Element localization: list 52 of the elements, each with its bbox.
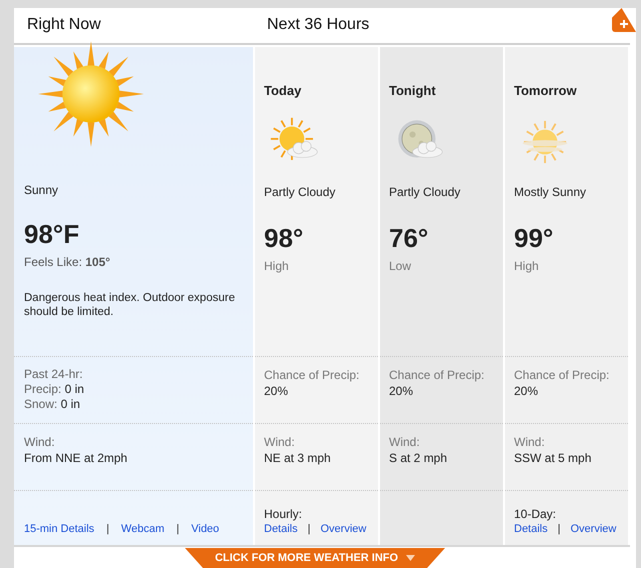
precip-label: Chance of Precip: <box>264 367 360 383</box>
temperature: 98°F <box>24 219 80 249</box>
wind-value: SSW at 5 mph <box>514 450 592 466</box>
wind-label: Wind: <box>389 434 420 450</box>
condition: Partly Cloudy <box>264 184 336 200</box>
section-heading: Next 36 Hours <box>267 15 370 35</box>
wind-value: From NNE at 2mph <box>24 450 128 466</box>
precip-label: Chance of Precip: <box>514 367 610 383</box>
feels-like: Feels Like: 105° <box>24 254 112 271</box>
precip-label: Chance of Precip: <box>389 367 484 383</box>
links-label: Hourly: <box>264 506 302 520</box>
wind-label: Wind: <box>24 434 55 450</box>
temperature-label: High <box>514 258 539 274</box>
link[interactable]: Overview <box>570 520 616 537</box>
temperature: 99° <box>514 222 554 252</box>
caret-icon <box>406 555 416 561</box>
link[interactable]: Video <box>191 520 220 537</box>
precip-text: Precip: 0 in <box>24 382 84 397</box>
wind-value: S at 2 mph <box>389 450 448 466</box>
link[interactable]: 15-min Details <box>24 520 94 537</box>
condition: Mostly Sunny <box>514 184 586 200</box>
temperature-label: High <box>264 258 289 274</box>
more-weather-button[interactable]: CLICK FOR MORE WEATHER INFO <box>184 548 446 568</box>
snow-text: Snow: 0 in <box>24 397 80 412</box>
wind-label: Wind: <box>264 434 295 450</box>
condition: Partly Cloudy <box>389 184 460 200</box>
condition: Sunny <box>24 182 60 199</box>
temperature: 76° <box>389 222 428 252</box>
warning-text: Dangerous heat index. Outdoor exposure should be limited. <box>24 291 236 319</box>
precip-value: 20% <box>514 383 538 399</box>
link-separator: | <box>106 522 110 536</box>
wind-label: Wind: <box>514 434 545 450</box>
link-separator: | <box>308 522 310 536</box>
period-name: Today <box>264 82 302 100</box>
link[interactable]: Details <box>514 520 548 537</box>
temperature: 98° <box>264 222 304 252</box>
past-label: Past 24-hr: <box>24 367 83 382</box>
link[interactable]: Overview <box>320 520 366 537</box>
temperature-label: Low <box>389 258 412 274</box>
precip-value: 20% <box>264 383 288 399</box>
period-name: Tomorrow <box>514 82 577 100</box>
precip-value: 20% <box>389 383 414 399</box>
wind-value: NE at 3 mph <box>264 450 331 466</box>
link-separator: | <box>558 522 560 536</box>
link-separator: | <box>176 522 180 536</box>
period-name: Tonight <box>389 82 436 100</box>
link[interactable]: Webcam <box>121 520 164 537</box>
link[interactable]: Details <box>264 520 298 537</box>
expand-button[interactable] <box>612 8 636 32</box>
section-heading: Right Now <box>26 15 102 35</box>
links-label: 10-Day: <box>514 506 556 520</box>
plus-icon <box>619 19 629 29</box>
